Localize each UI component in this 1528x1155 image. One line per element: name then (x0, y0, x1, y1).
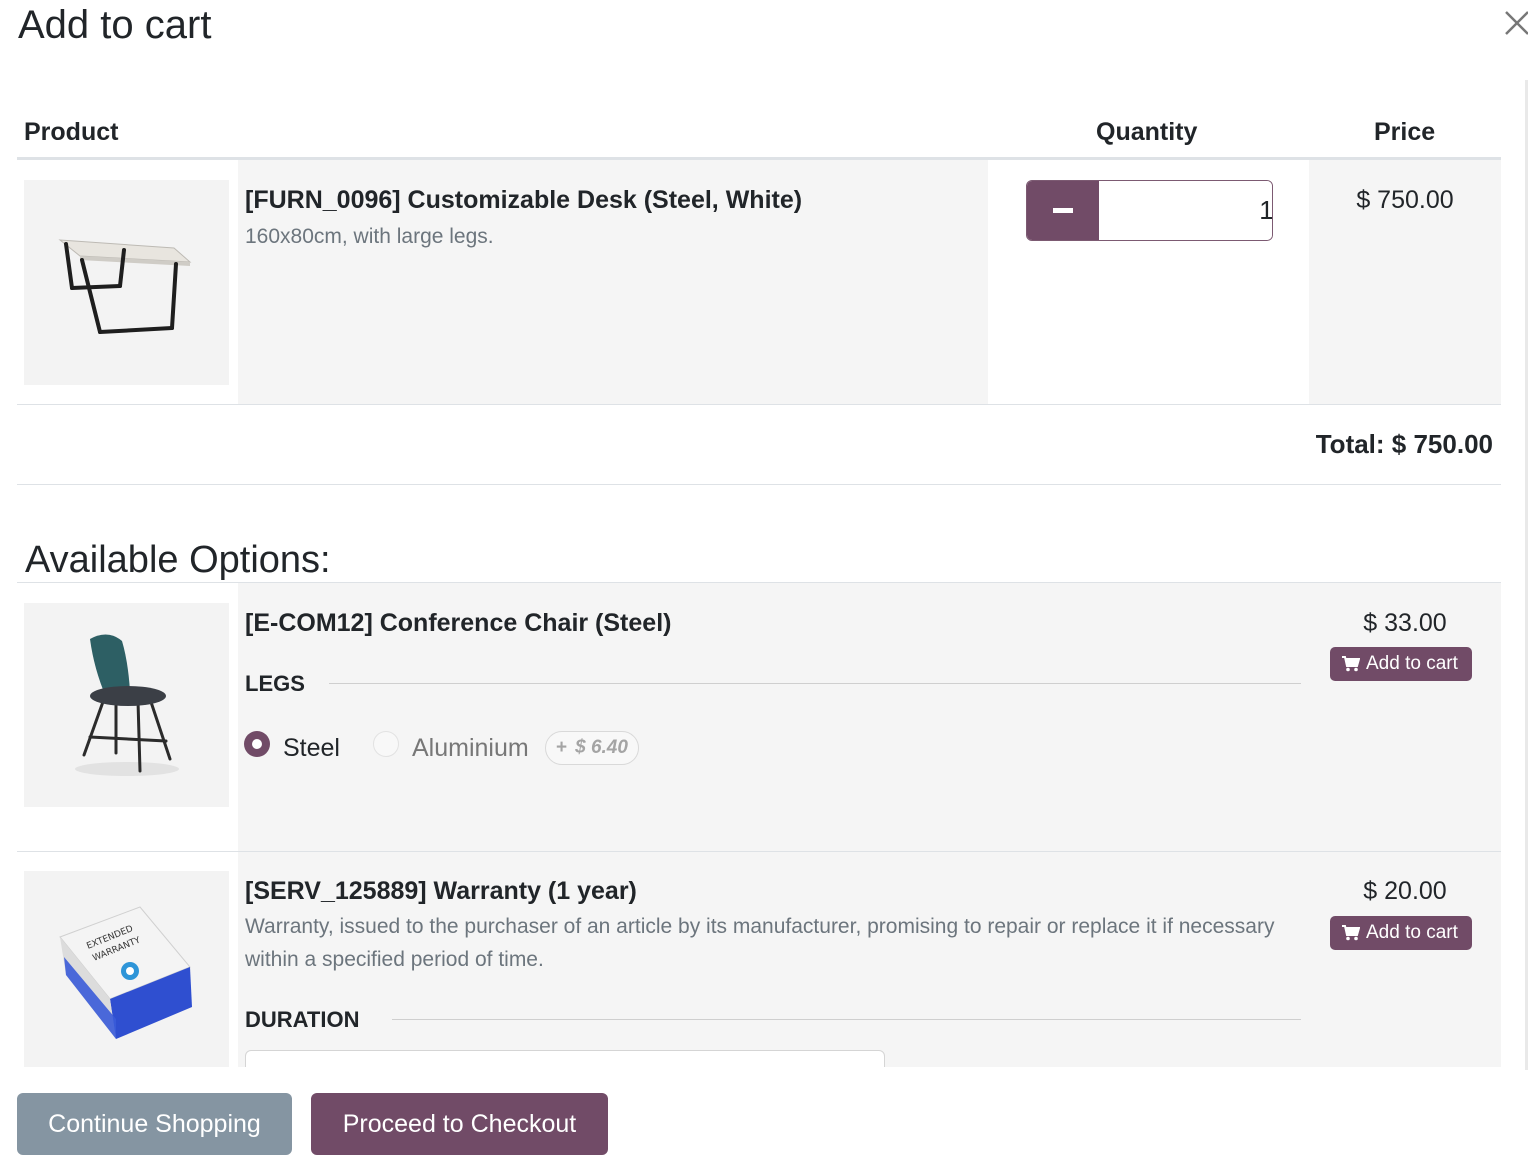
attribute-divider (329, 683, 1301, 684)
option-product-price: $ 33.00 (1363, 609, 1447, 637)
row-divider (17, 404, 1501, 405)
warranty-box-image: EXTENDED WARRANTY (24, 871, 229, 1067)
option-product-name: [SERV_125889] Warranty (1 year) (245, 877, 637, 905)
chair-image (24, 603, 229, 807)
add-to-cart-button[interactable]: Add to cart (1330, 916, 1472, 950)
attribute-label-duration: DURATION (245, 1007, 360, 1032)
desk-image (24, 180, 229, 385)
radio-steel[interactable] (244, 731, 270, 757)
decrease-quantity-button[interactable] (1027, 181, 1099, 240)
plus-icon: + (556, 737, 568, 758)
main-product-price: $ 750.00 (1356, 186, 1454, 214)
cart-icon (1342, 925, 1360, 941)
option-product-name: [E-COM12] Conference Chair (Steel) (245, 609, 672, 637)
close-button[interactable] (1500, 6, 1528, 40)
minus-icon (1053, 208, 1073, 213)
main-product-name: [FURN_0096] Customizable Desk (Steel, Wh… (245, 186, 803, 214)
option-product-price: $ 20.00 (1363, 877, 1447, 905)
main-product-description: 160x80cm, with large legs. (245, 225, 494, 248)
add-to-cart-label: Add to cart (1366, 653, 1458, 674)
attribute-label-legs: LEGS (245, 671, 305, 696)
column-header-price: Price (1374, 118, 1436, 146)
add-to-cart-label: Add to cart (1366, 922, 1458, 943)
radio-label-steel[interactable]: Steel (283, 732, 340, 764)
duration-select[interactable] (245, 1050, 885, 1067)
radio-aluminium[interactable] (373, 731, 399, 757)
available-options-title: Available Options: (25, 538, 331, 581)
price-extra-badge: + $ 6.40 (545, 731, 639, 765)
close-icon (1505, 11, 1528, 35)
attribute-divider (392, 1019, 1301, 1020)
price-extra-value: $ 6.40 (575, 737, 628, 758)
column-header-quantity: Quantity (1096, 118, 1198, 146)
modal-body: Product Quantity Price [FURN_0096] Custo… (17, 0, 1501, 1067)
quantity-input[interactable] (1099, 181, 1272, 240)
cart-total: Total: $ 750.00 (1315, 429, 1493, 459)
add-to-cart-button[interactable]: Add to cart (1330, 647, 1472, 681)
quantity-stepper[interactable] (1026, 180, 1273, 241)
total-divider (17, 484, 1501, 485)
radio-label-aluminium[interactable]: Aluminium (412, 732, 529, 764)
cart-icon (1342, 656, 1360, 672)
option-product-description: Warranty, issued to the purchaser of an … (245, 915, 1275, 971)
column-header-product: Product (24, 118, 119, 146)
